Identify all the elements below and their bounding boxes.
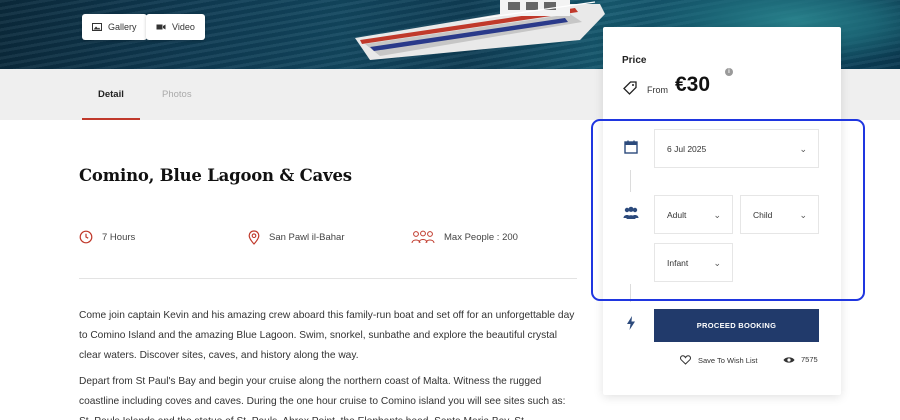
infant-select[interactable]: Infant ⌄ [654,243,733,282]
save-to-wishlist[interactable]: Save To Wish List [680,355,757,365]
wishlist-label: Save To Wish List [698,355,758,365]
infant-label: Infant [667,257,689,268]
tab-detail[interactable]: Detail [98,89,124,100]
clock-icon [79,230,93,244]
timeline-connector [630,170,631,192]
lightning-icon [627,316,635,330]
description-paragraph: Depart from St Paul's Bay and begin your… [79,376,566,420]
max-people-text: Max People : 200 [444,231,518,243]
price-heading: Price [622,55,647,66]
content-divider [79,278,577,279]
eye-icon [783,356,795,363]
video-label: Video [172,22,195,32]
users-icon [623,206,639,219]
tour-page: Gallery Video Detail Photos Comino, Blue… [0,0,900,420]
view-count: 7575 [783,355,818,364]
adult-select[interactable]: Adult ⌄ [654,195,733,234]
calendar-icon [624,140,638,154]
chevron-down-icon: ⌄ [799,144,807,154]
timeline-connector [630,284,631,302]
view-count-value: 7575 [801,355,818,364]
duration-text: 7 Hours [102,231,136,243]
chevron-down-icon: ⌄ [713,210,721,220]
location-info: San Pawl il-Bahar [248,230,345,245]
price-value: €30 [675,73,711,96]
date-value: 6 Jul 2025 [667,143,707,154]
date-select[interactable]: 6 Jul 2025 ⌄ [654,129,819,168]
image-icon [92,23,102,31]
video-camera-icon [156,24,166,30]
group-icon [411,230,435,244]
proceed-booking-button[interactable]: PROCEED BOOKING [654,309,819,342]
from-label: From [647,85,668,95]
tab-photos[interactable]: Photos [162,89,192,100]
max-people-info: Max People : 200 [411,230,518,244]
info-icon[interactable]: i [725,68,733,76]
price-tag-icon [623,81,637,95]
location-text: San Pawl il-Bahar [269,232,345,243]
child-label: Child [753,209,773,220]
duration-info: 7 Hours [79,230,135,244]
video-button[interactable]: Video [146,14,205,40]
gallery-label: Gallery [108,22,137,32]
adult-label: Adult [667,209,687,220]
boat-illustration [355,0,605,60]
tour-title: Comino, Blue Lagoon & Caves [79,166,352,185]
gallery-button[interactable]: Gallery [82,14,147,40]
active-tab-indicator [82,118,140,120]
heart-icon [680,355,691,365]
chevron-down-icon: ⌄ [799,210,807,220]
map-pin-icon [248,230,260,245]
chevron-down-icon: ⌄ [713,258,721,268]
child-select[interactable]: Child ⌄ [740,195,819,234]
description-paragraph: Come join captain Kevin and his amazing … [79,310,575,361]
